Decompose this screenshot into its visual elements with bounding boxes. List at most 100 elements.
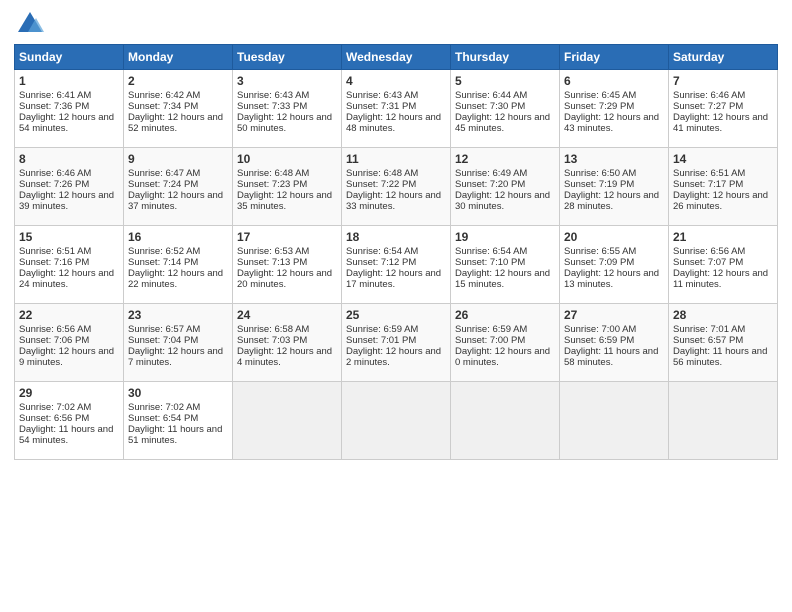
sunrise: Sunrise: 6:48 AM <box>346 168 418 179</box>
sunrise: Sunrise: 6:57 AM <box>128 324 200 335</box>
daylight: Daylight: 12 hours and 28 minutes. <box>564 190 659 212</box>
sunrise: Sunrise: 6:50 AM <box>564 168 636 179</box>
sunset: Sunset: 7:22 PM <box>346 179 416 190</box>
sunrise: Sunrise: 6:54 AM <box>455 246 527 257</box>
calendar-cell: 4 Sunrise: 6:43 AM Sunset: 7:31 PM Dayli… <box>342 70 451 148</box>
daylight: Daylight: 11 hours and 56 minutes. <box>673 346 767 368</box>
day-number: 23 <box>128 308 228 322</box>
calendar-cell: 6 Sunrise: 6:45 AM Sunset: 7:29 PM Dayli… <box>560 70 669 148</box>
sunrise: Sunrise: 6:59 AM <box>455 324 527 335</box>
sunrise: Sunrise: 6:45 AM <box>564 90 636 101</box>
day-number: 6 <box>564 74 664 88</box>
calendar-cell <box>233 382 342 460</box>
sunset: Sunset: 7:03 PM <box>237 335 307 346</box>
day-header-row: SundayMondayTuesdayWednesdayThursdayFrid… <box>15 45 778 70</box>
sunrise: Sunrise: 6:46 AM <box>19 168 91 179</box>
day-number: 9 <box>128 152 228 166</box>
sunset: Sunset: 7:17 PM <box>673 179 743 190</box>
logo <box>14 10 44 38</box>
day-number: 5 <box>455 74 555 88</box>
sunset: Sunset: 6:54 PM <box>128 413 198 424</box>
calendar-cell: 18 Sunrise: 6:54 AM Sunset: 7:12 PM Dayl… <box>342 226 451 304</box>
day-header-friday: Friday <box>560 45 669 70</box>
calendar-cell: 27 Sunrise: 7:00 AM Sunset: 6:59 PM Dayl… <box>560 304 669 382</box>
daylight: Daylight: 12 hours and 50 minutes. <box>237 112 332 134</box>
calendar-week-5: 29 Sunrise: 7:02 AM Sunset: 6:56 PM Dayl… <box>15 382 778 460</box>
day-number: 2 <box>128 74 228 88</box>
sunset: Sunset: 7:06 PM <box>19 335 89 346</box>
sunset: Sunset: 7:26 PM <box>19 179 89 190</box>
calendar-cell: 17 Sunrise: 6:53 AM Sunset: 7:13 PM Dayl… <box>233 226 342 304</box>
day-number: 26 <box>455 308 555 322</box>
sunrise: Sunrise: 6:51 AM <box>19 246 91 257</box>
day-header-thursday: Thursday <box>451 45 560 70</box>
day-number: 10 <box>237 152 337 166</box>
sunrise: Sunrise: 6:59 AM <box>346 324 418 335</box>
sunset: Sunset: 7:29 PM <box>564 101 634 112</box>
calendar-cell: 3 Sunrise: 6:43 AM Sunset: 7:33 PM Dayli… <box>233 70 342 148</box>
daylight: Daylight: 11 hours and 58 minutes. <box>564 346 658 368</box>
calendar-week-3: 15 Sunrise: 6:51 AM Sunset: 7:16 PM Dayl… <box>15 226 778 304</box>
sunset: Sunset: 7:09 PM <box>564 257 634 268</box>
sunrise: Sunrise: 6:44 AM <box>455 90 527 101</box>
sunset: Sunset: 7:16 PM <box>19 257 89 268</box>
sunset: Sunset: 7:19 PM <box>564 179 634 190</box>
calendar-cell: 2 Sunrise: 6:42 AM Sunset: 7:34 PM Dayli… <box>124 70 233 148</box>
sunset: Sunset: 7:34 PM <box>128 101 198 112</box>
sunrise: Sunrise: 6:46 AM <box>673 90 745 101</box>
sunset: Sunset: 7:27 PM <box>673 101 743 112</box>
calendar-cell: 10 Sunrise: 6:48 AM Sunset: 7:23 PM Dayl… <box>233 148 342 226</box>
calendar-cell: 14 Sunrise: 6:51 AM Sunset: 7:17 PM Dayl… <box>669 148 778 226</box>
sunrise: Sunrise: 6:58 AM <box>237 324 309 335</box>
daylight: Daylight: 12 hours and 37 minutes. <box>128 190 223 212</box>
daylight: Daylight: 12 hours and 48 minutes. <box>346 112 441 134</box>
daylight: Daylight: 12 hours and 17 minutes. <box>346 268 441 290</box>
calendar-cell: 20 Sunrise: 6:55 AM Sunset: 7:09 PM Dayl… <box>560 226 669 304</box>
daylight: Daylight: 12 hours and 26 minutes. <box>673 190 768 212</box>
calendar-cell <box>342 382 451 460</box>
page-container: SundayMondayTuesdayWednesdayThursdayFrid… <box>0 0 792 470</box>
daylight: Daylight: 12 hours and 39 minutes. <box>19 190 114 212</box>
sunset: Sunset: 6:59 PM <box>564 335 634 346</box>
calendar-cell: 16 Sunrise: 6:52 AM Sunset: 7:14 PM Dayl… <box>124 226 233 304</box>
day-number: 19 <box>455 230 555 244</box>
sunrise: Sunrise: 6:53 AM <box>237 246 309 257</box>
calendar-cell <box>451 382 560 460</box>
daylight: Daylight: 12 hours and 41 minutes. <box>673 112 768 134</box>
day-number: 16 <box>128 230 228 244</box>
sunset: Sunset: 7:36 PM <box>19 101 89 112</box>
day-number: 20 <box>564 230 664 244</box>
daylight: Daylight: 12 hours and 22 minutes. <box>128 268 223 290</box>
sunrise: Sunrise: 6:51 AM <box>673 168 745 179</box>
sunrise: Sunrise: 6:48 AM <box>237 168 309 179</box>
daylight: Daylight: 12 hours and 7 minutes. <box>128 346 223 368</box>
daylight: Daylight: 12 hours and 11 minutes. <box>673 268 768 290</box>
sunset: Sunset: 7:30 PM <box>455 101 525 112</box>
day-number: 22 <box>19 308 119 322</box>
header <box>14 10 778 38</box>
day-number: 8 <box>19 152 119 166</box>
daylight: Daylight: 12 hours and 13 minutes. <box>564 268 659 290</box>
sunset: Sunset: 7:04 PM <box>128 335 198 346</box>
daylight: Daylight: 11 hours and 51 minutes. <box>128 424 222 446</box>
day-header-wednesday: Wednesday <box>342 45 451 70</box>
sunset: Sunset: 7:01 PM <box>346 335 416 346</box>
sunrise: Sunrise: 6:52 AM <box>128 246 200 257</box>
sunrise: Sunrise: 6:49 AM <box>455 168 527 179</box>
calendar-week-2: 8 Sunrise: 6:46 AM Sunset: 7:26 PM Dayli… <box>15 148 778 226</box>
day-header-tuesday: Tuesday <box>233 45 342 70</box>
calendar-table: SundayMondayTuesdayWednesdayThursdayFrid… <box>14 44 778 460</box>
calendar-cell: 15 Sunrise: 6:51 AM Sunset: 7:16 PM Dayl… <box>15 226 124 304</box>
calendar-cell: 29 Sunrise: 7:02 AM Sunset: 6:56 PM Dayl… <box>15 382 124 460</box>
day-number: 1 <box>19 74 119 88</box>
day-number: 18 <box>346 230 446 244</box>
day-number: 3 <box>237 74 337 88</box>
daylight: Daylight: 12 hours and 15 minutes. <box>455 268 550 290</box>
calendar-week-4: 22 Sunrise: 6:56 AM Sunset: 7:06 PM Dayl… <box>15 304 778 382</box>
logo-icon <box>16 10 44 38</box>
daylight: Daylight: 12 hours and 24 minutes. <box>19 268 114 290</box>
calendar-cell: 13 Sunrise: 6:50 AM Sunset: 7:19 PM Dayl… <box>560 148 669 226</box>
calendar-cell: 30 Sunrise: 7:02 AM Sunset: 6:54 PM Dayl… <box>124 382 233 460</box>
day-number: 13 <box>564 152 664 166</box>
calendar-cell: 22 Sunrise: 6:56 AM Sunset: 7:06 PM Dayl… <box>15 304 124 382</box>
